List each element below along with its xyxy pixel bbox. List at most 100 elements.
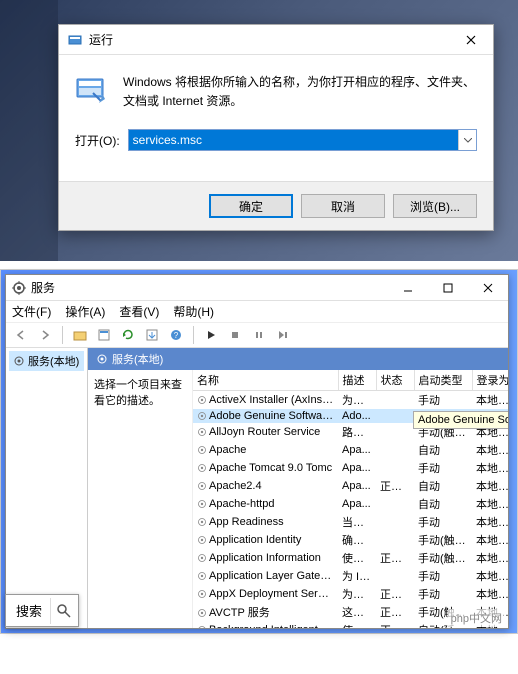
cell-name: Apache (193, 441, 338, 459)
menu-help[interactable]: 帮助(H) (173, 303, 214, 320)
cell-name: App Readiness (193, 513, 338, 531)
service-row[interactable]: Application Layer Gatew...为 In...手动本地服务 (193, 567, 508, 585)
cell-name: Adobe Genuine Software... (193, 409, 338, 423)
restart-icon[interactable] (274, 326, 292, 344)
export-icon[interactable] (143, 326, 161, 344)
cell-desc: Ado... (338, 409, 376, 423)
toolbar: ? (6, 323, 508, 348)
pause-icon[interactable] (250, 326, 268, 344)
service-row[interactable]: App Readiness当用...手动本地系统 (193, 513, 508, 531)
cell-startup: 手动 (414, 567, 472, 585)
col-desc[interactable]: 描述 (338, 370, 376, 391)
cell-logon: 本地系统 (472, 513, 508, 531)
services-title-bar: 服务 (6, 275, 508, 301)
cell-logon: 本地系统 (472, 549, 508, 567)
cell-desc: Apa... (338, 441, 376, 459)
services-list[interactable]: Adobe Genuine Software Integrity Service… (193, 370, 508, 628)
cell-status: 正在... (376, 549, 414, 567)
cell-name: Background Intelligent T... (193, 621, 338, 628)
run-dialog: 运行 Windows 将根据你所输入的名称，为你打开相应的程序、文件夹、文档或 … (58, 24, 494, 231)
services-panel-header: 服务(本地) (88, 348, 508, 370)
tree-item-services-local[interactable]: 服务(本地) (9, 351, 84, 371)
cell-startup: 自动 (414, 495, 472, 513)
cell-name: Application Identity (193, 531, 338, 549)
dropdown-arrow-icon[interactable] (458, 130, 476, 150)
cell-desc: Apa... (338, 459, 376, 477)
services-tree-sidebar: 服务(本地) (6, 348, 88, 628)
col-name[interactable]: 名称 (193, 370, 338, 391)
run-large-icon (75, 73, 107, 105)
gear-icon (13, 355, 25, 367)
service-row[interactable]: Apache-httpdApa...自动本地系统 (193, 495, 508, 513)
cell-startup: 手动 (414, 459, 472, 477)
close-button[interactable] (449, 25, 493, 55)
cell-desc: 为 In... (338, 567, 376, 585)
col-startup[interactable]: 启动类型 (414, 370, 472, 391)
run-app-icon (67, 32, 83, 48)
search-label: 搜索 (8, 597, 50, 624)
cell-desc: Apa... (338, 477, 376, 495)
cell-logon: 本地服务 (472, 531, 508, 549)
search-overlay: 搜索 (5, 594, 79, 627)
ok-button[interactable]: 确定 (209, 194, 293, 218)
run-description: Windows 将根据你所输入的名称，为你打开相应的程序、文件夹、文档或 Int… (123, 73, 477, 111)
col-status[interactable]: 状态 (376, 370, 414, 391)
maximize-button[interactable] (428, 275, 468, 301)
cell-name: Application Layer Gatew... (193, 567, 338, 585)
properties-icon[interactable] (95, 326, 113, 344)
services-app-icon (12, 281, 26, 295)
service-row[interactable]: AppX Deployment Servic...为部...正在...手动本地系… (193, 585, 508, 603)
cell-status (376, 531, 414, 549)
run-input[interactable] (129, 130, 458, 150)
cell-logon: 本地系统 (472, 391, 508, 410)
desktop-background-top: 运行 Windows 将根据你所输入的名称，为你打开相应的程序、文件夹、文档或 … (0, 0, 518, 261)
cell-status: 正在... (376, 603, 414, 621)
browse-button[interactable]: 浏览(B)... (393, 194, 477, 218)
col-logon[interactable]: 登录为 (472, 370, 508, 391)
search-button[interactable] (50, 598, 76, 624)
cell-logon: 本地系统 (472, 477, 508, 495)
svg-text:?: ? (174, 331, 179, 340)
desktop-background-bottom: 服务 文件(F) 操作(A) 查看(V) 帮助(H) ? (0, 269, 518, 634)
cell-desc: 确定... (338, 531, 376, 549)
cell-startup: 手动 (414, 513, 472, 531)
folder-icon[interactable] (71, 326, 89, 344)
service-row[interactable]: ActiveX Installer (AxInstSV)为从...手动本地系统 (193, 391, 508, 410)
menu-bar: 文件(F) 操作(A) 查看(V) 帮助(H) (6, 301, 508, 323)
menu-view[interactable]: 查看(V) (119, 303, 159, 320)
stop-icon[interactable] (226, 326, 244, 344)
services-title: 服务 (31, 279, 388, 296)
cell-desc: Apa... (338, 495, 376, 513)
run-combobox[interactable] (128, 129, 477, 151)
service-row[interactable]: Application Identity确定... 手动(触发...本地服务 (193, 531, 508, 549)
back-icon[interactable] (12, 326, 30, 344)
forward-icon[interactable] (36, 326, 54, 344)
cell-desc: 为部... (338, 585, 376, 603)
help-icon[interactable]: ? (167, 326, 185, 344)
menu-file[interactable]: 文件(F) (12, 303, 51, 320)
cell-status (376, 459, 414, 477)
cell-name: Apache-httpd (193, 495, 338, 513)
minimize-button[interactable] (388, 275, 428, 301)
close-button[interactable] (468, 275, 508, 301)
cell-desc: 为从... (338, 391, 376, 410)
run-button-row: 确定 取消 浏览(B)... (59, 181, 493, 230)
cell-status: 正在... (376, 477, 414, 495)
service-row[interactable]: Application Information使用...正在...手动(触发..… (193, 549, 508, 567)
cell-startup: 自动 (414, 477, 472, 495)
service-row[interactable]: ApacheApa...自动本地系统 (193, 441, 508, 459)
cell-startup: 手动(触发... (414, 531, 472, 549)
cell-startup: 自动 (414, 441, 472, 459)
menu-action[interactable]: 操作(A) (65, 303, 105, 320)
cell-status (376, 441, 414, 459)
cell-desc: 这是... (338, 603, 376, 621)
open-label: 打开(O): (75, 132, 120, 149)
cell-name: Application Information (193, 549, 338, 567)
service-row[interactable]: Apache2.4Apa...正在...自动本地系统 (193, 477, 508, 495)
play-icon[interactable] (202, 326, 220, 344)
cancel-button[interactable]: 取消 (301, 194, 385, 218)
cell-status (376, 495, 414, 513)
service-row[interactable]: Apache Tomcat 9.0 TomcApa...手动本地系统 (193, 459, 508, 477)
refresh-icon[interactable] (119, 326, 137, 344)
cell-status: 正在... (376, 585, 414, 603)
